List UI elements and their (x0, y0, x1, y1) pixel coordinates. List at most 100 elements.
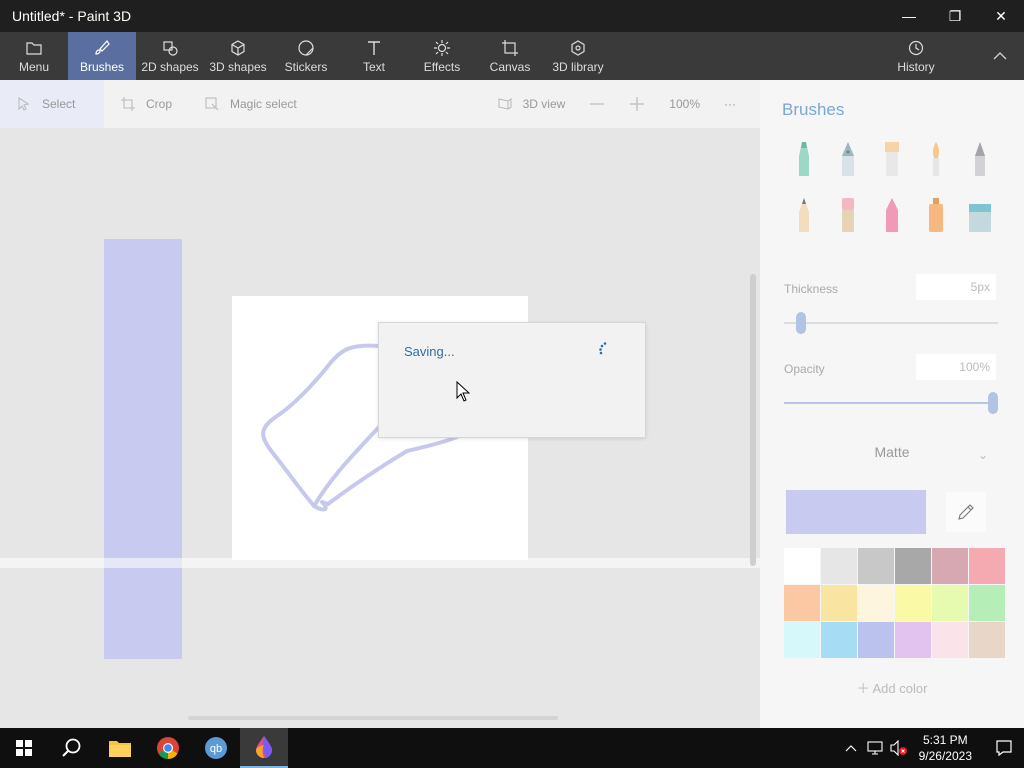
title-bar: Untitled* - Paint 3D — ❐ ✕ (0, 0, 1024, 32)
svg-text:qb: qb (210, 743, 222, 755)
palette-swatch[interactable] (784, 548, 820, 584)
palette-swatch[interactable] (858, 585, 894, 621)
zoom-out-button[interactable] (577, 80, 617, 128)
eraser-brush[interactable] (826, 194, 870, 236)
tab-canvas[interactable]: Canvas (476, 32, 544, 80)
current-color-swatch[interactable] (786, 490, 926, 534)
menu-button[interactable]: Menu (0, 32, 68, 80)
eyedropper-button[interactable] (946, 492, 986, 532)
chevron-up-icon (845, 745, 857, 752)
collapse-toolbar-button[interactable] (976, 32, 1024, 80)
thickness-label: Thickness (784, 282, 839, 296)
fill-bucket-brush[interactable] (958, 194, 1002, 236)
menu-label: Menu (18, 59, 50, 74)
action-center-button[interactable] (984, 739, 1024, 757)
clock-date: 9/26/2023 (918, 749, 972, 763)
thickness-slider-thumb[interactable] (796, 312, 807, 334)
oil-brush[interactable] (870, 138, 914, 180)
tab-stickers-label: Stickers (284, 59, 328, 74)
palette-swatch[interactable] (895, 585, 931, 621)
tab-2d-shapes[interactable]: 2D shapes (136, 32, 204, 80)
watercolor-brush[interactable] (914, 138, 958, 180)
add-color-label: Add color (872, 681, 928, 696)
qbittorrent-button[interactable]: qb (192, 728, 240, 768)
tab-effects[interactable]: Effects (408, 32, 476, 80)
calligraphy-pen-brush[interactable] (826, 138, 870, 180)
3d-view-button[interactable]: 3D view (485, 80, 578, 128)
start-button[interactable] (0, 728, 48, 768)
palette-swatch[interactable] (969, 622, 1005, 658)
plus-icon: ＋ (856, 681, 873, 696)
palette-swatch[interactable] (932, 622, 968, 658)
tab-3d-shapes[interactable]: 3D shapes (204, 32, 272, 80)
chevron-down-icon[interactable]: ⌄ (978, 448, 988, 462)
palette-swatch[interactable] (969, 585, 1005, 621)
network-button[interactable] (863, 741, 887, 755)
vertical-scrollbar[interactable] (750, 274, 756, 566)
thickness-slider-track[interactable] (784, 322, 998, 324)
tab-text[interactable]: Text (340, 32, 408, 80)
tab-canvas-label: Canvas (489, 59, 531, 74)
chrome-button[interactable] (144, 728, 192, 768)
search-button[interactable] (48, 728, 96, 768)
zoom-in-button[interactable] (617, 80, 657, 128)
magic-select-button[interactable]: Magic select (188, 80, 313, 128)
canvas-icon (502, 39, 518, 56)
pixel-pen-brush[interactable] (958, 138, 1002, 180)
saving-dialog: Saving... (378, 322, 646, 438)
palette-swatch[interactable] (895, 548, 931, 584)
chrome-icon (157, 737, 179, 759)
brush-grid (782, 138, 1006, 236)
palette-swatch[interactable] (858, 622, 894, 658)
pencil-brush[interactable] (782, 194, 826, 236)
volume-button[interactable] (887, 740, 911, 756)
spray-can-icon (929, 198, 943, 232)
window-title: Untitled* - Paint 3D (12, 8, 132, 24)
spray-can-brush[interactable] (914, 194, 958, 236)
plus-icon (630, 97, 645, 111)
tab-brushes[interactable]: Brushes (68, 32, 136, 80)
paint-3d-taskbar-button[interactable] (240, 728, 288, 768)
crop-button[interactable]: Crop (104, 80, 188, 128)
palette-swatch[interactable] (932, 548, 968, 584)
crayon-brush[interactable] (870, 194, 914, 236)
history-button[interactable]: History (876, 32, 956, 80)
pencil-icon (799, 198, 809, 232)
palette-swatch[interactable] (821, 585, 857, 621)
thickness-input[interactable]: 5px (916, 274, 996, 300)
zoom-level[interactable]: 100% (657, 80, 712, 128)
palette-swatch[interactable] (784, 622, 820, 658)
marker-brush[interactable] (782, 138, 826, 180)
show-hidden-icons-button[interactable] (839, 744, 863, 752)
minus-icon (590, 103, 605, 105)
palette-swatch[interactable] (821, 548, 857, 584)
palette-swatch[interactable] (858, 548, 894, 584)
tab-text-label: Text (362, 59, 385, 74)
3d-view-label: 3D view (522, 97, 566, 111)
palette-swatch[interactable] (932, 585, 968, 621)
notification-icon (996, 740, 1012, 757)
tab-3d-library[interactable]: 3D library (544, 32, 612, 80)
text-icon (368, 40, 380, 55)
select-button[interactable]: Select (0, 80, 104, 128)
folder-icon (26, 41, 42, 55)
add-color-button[interactable]: ＋ Add color (760, 678, 1024, 697)
system-tray: 5:31 PM 9/26/2023 (839, 732, 1024, 764)
palette-swatch[interactable] (821, 622, 857, 658)
palette-swatch[interactable] (969, 548, 1005, 584)
horizontal-scrollbar[interactable] (188, 716, 558, 720)
minimize-button[interactable]: — (886, 0, 932, 32)
opacity-slider-thumb[interactable] (988, 392, 998, 414)
more-options-button[interactable]: ··· (712, 80, 748, 128)
close-button[interactable]: ✕ (978, 0, 1024, 32)
sticker-icon (298, 39, 314, 56)
restore-button[interactable]: ❐ (932, 0, 978, 32)
tab-stickers[interactable]: Stickers (272, 32, 340, 80)
spinner-icon (599, 342, 607, 355)
opacity-input[interactable]: 100% (916, 354, 996, 380)
main-toolbar: Menu Brushes 2D shapes 3D shapes Sticker… (0, 32, 1024, 80)
palette-swatch[interactable] (784, 585, 820, 621)
file-explorer-button[interactable] (96, 728, 144, 768)
clock[interactable]: 5:31 PM 9/26/2023 (919, 732, 972, 764)
palette-swatch[interactable] (895, 622, 931, 658)
